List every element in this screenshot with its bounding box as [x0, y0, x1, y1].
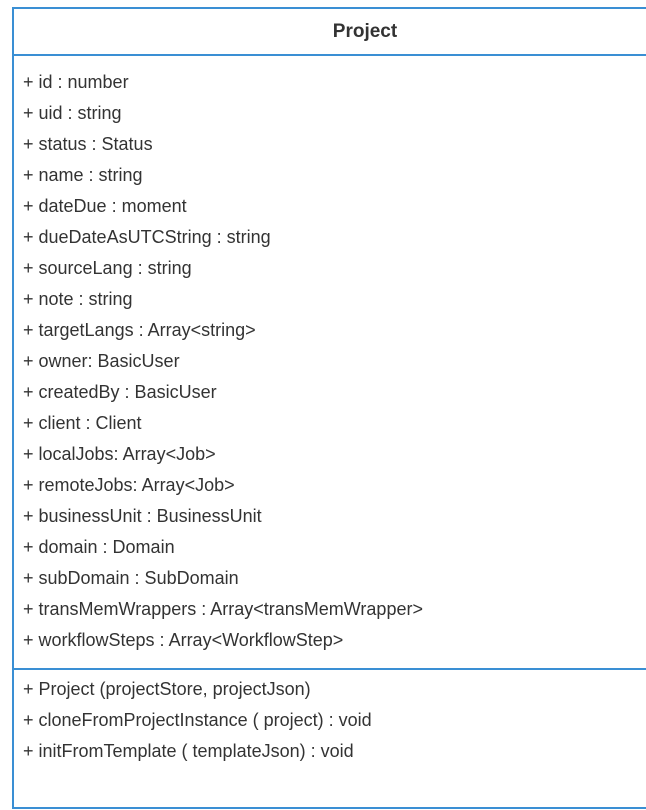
attribute-row: + client : Client: [23, 413, 142, 433]
attributes-compartment: + id : number + uid : string + status : St…: [14, 56, 646, 670]
attribute-row: + businessUnit : BusinessUnit: [23, 506, 262, 526]
attribute-row: + targetLangs : Array<string>: [23, 320, 256, 340]
attribute-row: + status : Status: [23, 134, 153, 154]
attribute-row: + dateDue : moment: [23, 196, 187, 216]
methods-compartment: + Project (projectStore, projectJson) + c…: [14, 670, 646, 767]
attribute-row: + domain : Domain: [23, 537, 175, 557]
attribute-row: + owner: BasicUser: [23, 351, 180, 371]
attribute-row: + localJobs: Array<Job>: [23, 444, 216, 464]
attribute-row: + subDomain : SubDomain: [23, 568, 239, 588]
attribute-row: + name : string: [23, 165, 143, 185]
attribute-row: + transMemWrappers : Array<transMemWrapp…: [23, 599, 423, 619]
attribute-row: + workflowSteps : Array<WorkflowStep>: [23, 630, 344, 650]
uml-class-box[interactable]: Project + id : number + uid : string + sta…: [12, 7, 646, 809]
method-row: + initFromTemplate ( templateJson) : voi…: [23, 741, 354, 761]
method-row: + Project (projectStore, projectJson): [23, 679, 311, 699]
attribute-row: + remoteJobs: Array<Job>: [23, 475, 235, 495]
attribute-row: + note : string: [23, 289, 133, 309]
class-name-compartment: Project: [14, 9, 646, 56]
attribute-row: + dueDateAsUTCString : string: [23, 227, 271, 247]
method-row: + cloneFromProjectInstance ( project) : …: [23, 710, 372, 730]
class-name: Project: [332, 20, 398, 42]
attribute-row: + createdBy : BasicUser: [23, 382, 217, 402]
attribute-row: + sourceLang : string: [23, 258, 192, 278]
attribute-row: + uid : string: [23, 103, 122, 123]
attribute-row: + id : number: [23, 72, 129, 92]
